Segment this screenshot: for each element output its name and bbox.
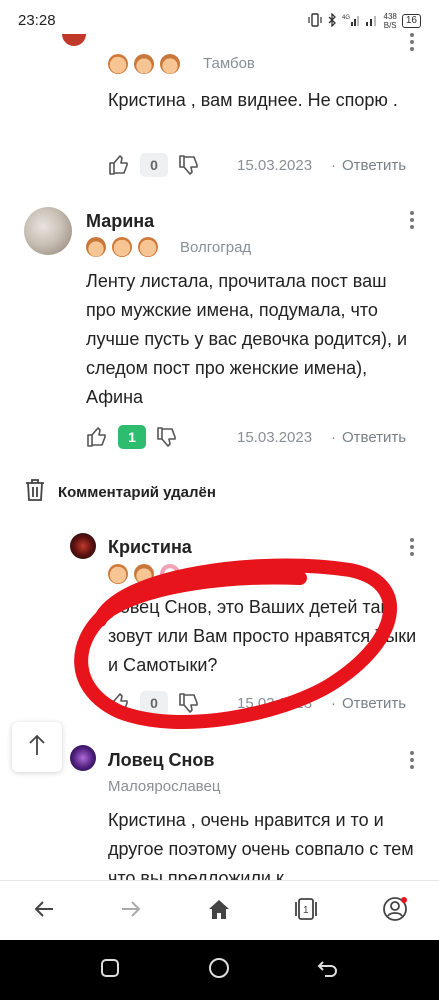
reply-label: Ответить bbox=[342, 157, 407, 174]
back-button[interactable] bbox=[30, 897, 58, 925]
status-icons: 4G 438 B/S 16 bbox=[307, 11, 421, 30]
badge-icon bbox=[112, 237, 132, 257]
system-nav-bar bbox=[0, 940, 439, 1000]
battery-icon: 16 bbox=[401, 14, 421, 28]
signal-icon-2 bbox=[365, 13, 379, 30]
user-badges bbox=[108, 54, 180, 74]
comment-date: 15.03.2023 bbox=[237, 695, 313, 712]
circle-icon bbox=[208, 957, 230, 984]
like-icon[interactable] bbox=[106, 152, 132, 178]
svg-text:4G: 4G bbox=[342, 15, 350, 21]
comment-text: Ленту листала, прочитала пост ваш про му… bbox=[86, 271, 408, 407]
user-name[interactable]: Марина bbox=[86, 211, 154, 232]
profile-icon bbox=[382, 896, 408, 927]
arrow-left-icon bbox=[33, 899, 55, 924]
comment-text: Кристина , очень нравится и то и другое … bbox=[108, 810, 414, 880]
arrow-right-icon bbox=[120, 899, 142, 924]
square-icon bbox=[100, 958, 120, 983]
user-city: Тамбов bbox=[203, 55, 255, 72]
tabs-icon: 1 bbox=[293, 897, 319, 926]
badge-icon bbox=[134, 564, 154, 584]
avatar[interactable] bbox=[70, 745, 96, 771]
user-name[interactable]: Ловец Снов bbox=[108, 750, 214, 771]
user-badges bbox=[108, 564, 180, 584]
like-icon[interactable] bbox=[106, 690, 132, 716]
badge-icon bbox=[160, 54, 180, 74]
deleted-label: Комментарий удалён bbox=[58, 483, 216, 501]
avatar[interactable] bbox=[62, 34, 86, 46]
more-options-button[interactable] bbox=[402, 30, 422, 54]
separator-dot: · bbox=[331, 157, 336, 174]
user-city: Волгоград bbox=[180, 239, 252, 256]
more-options-button[interactable] bbox=[402, 535, 422, 559]
recent-apps-button[interactable] bbox=[98, 958, 122, 982]
back-arrow-icon bbox=[317, 958, 339, 983]
reply-label: Ответить bbox=[342, 429, 407, 446]
arrow-up-icon bbox=[28, 733, 46, 762]
vote-controls: 1 bbox=[84, 424, 180, 450]
tabs-button[interactable]: 1 bbox=[292, 897, 320, 925]
svg-text:1: 1 bbox=[303, 905, 309, 916]
comment-text: Ловец Снов, это Ваших детей так зовут ил… bbox=[108, 597, 417, 675]
user-city: Москва bbox=[203, 565, 255, 582]
deleted-comment: Комментарий удалён bbox=[24, 478, 216, 506]
status-time: 23:28 bbox=[18, 12, 56, 29]
likes-count: 0 bbox=[140, 691, 168, 715]
dislike-icon[interactable] bbox=[154, 424, 180, 450]
more-options-button[interactable] bbox=[402, 748, 422, 772]
badge-icon bbox=[108, 54, 128, 74]
trash-icon bbox=[24, 478, 46, 506]
reply-link[interactable]: · Ответить bbox=[331, 695, 406, 712]
user-name[interactable]: Кристина bbox=[108, 537, 192, 558]
vote-controls: 0 bbox=[106, 690, 202, 716]
comment-date: 15.03.2023 bbox=[237, 429, 313, 446]
likes-count: 0 bbox=[140, 153, 168, 177]
badge-icon bbox=[108, 564, 128, 584]
badge-icon bbox=[86, 237, 106, 257]
signal-icon: 4G bbox=[342, 13, 360, 30]
vibrate-icon bbox=[307, 12, 322, 30]
dislike-icon[interactable] bbox=[176, 152, 202, 178]
bluetooth-icon bbox=[327, 11, 337, 30]
comment-date: 15.03.2023 bbox=[237, 157, 313, 174]
avatar[interactable] bbox=[24, 207, 72, 255]
like-icon[interactable] bbox=[84, 424, 110, 450]
reply-label: Ответить bbox=[342, 695, 407, 712]
badge-icon bbox=[160, 564, 180, 584]
likes-count: 1 bbox=[118, 425, 146, 449]
vote-controls: 0 bbox=[106, 152, 202, 178]
separator-dot: · bbox=[331, 429, 336, 446]
speed-value: 438 bbox=[383, 12, 397, 21]
back-system-button[interactable] bbox=[316, 958, 340, 982]
reply-link[interactable]: · Ответить bbox=[331, 157, 406, 174]
dislike-icon[interactable] bbox=[176, 690, 202, 716]
network-speed: 438 B/S bbox=[384, 12, 397, 30]
user-badges bbox=[86, 237, 158, 257]
home-icon bbox=[207, 898, 231, 925]
avatar[interactable] bbox=[70, 533, 96, 559]
forward-button[interactable] bbox=[117, 897, 145, 925]
badge-icon bbox=[134, 54, 154, 74]
home-button[interactable] bbox=[205, 897, 233, 925]
user-city: Малоярославец bbox=[108, 778, 221, 795]
speed-unit: B/S bbox=[383, 21, 397, 30]
reply-link[interactable]: · Ответить bbox=[331, 429, 406, 446]
more-options-button[interactable] bbox=[402, 208, 422, 232]
profile-button[interactable] bbox=[381, 896, 409, 927]
separator-dot: · bbox=[331, 695, 336, 712]
home-system-button[interactable] bbox=[207, 957, 231, 984]
badge-icon bbox=[138, 237, 158, 257]
comment-text: Кристина , вам виднее. Не спорю . bbox=[108, 90, 398, 110]
browser-bottom-bar: 1 bbox=[0, 880, 439, 940]
scroll-to-top-button[interactable] bbox=[12, 722, 62, 772]
